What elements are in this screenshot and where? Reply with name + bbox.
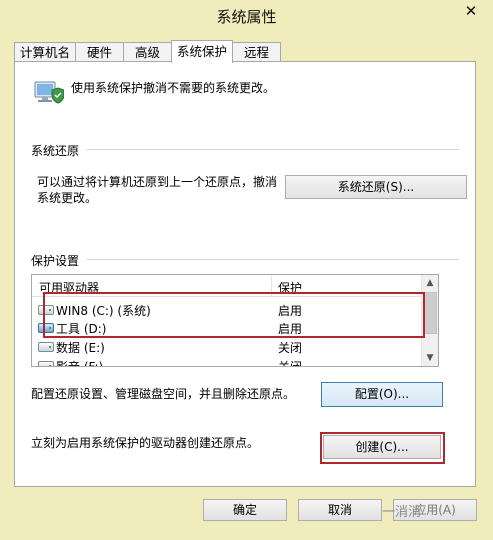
system-protection-icon xyxy=(34,81,64,104)
drive-name: WIN8 (C:) (系统) xyxy=(56,304,151,318)
drive-protection-state: 启用 xyxy=(278,304,303,318)
drive-row-d[interactable]: 工具 (D:) 启用 xyxy=(32,319,423,336)
title-bar: 系统属性 ✕ xyxy=(0,0,493,36)
drive-list-scrollbar[interactable]: ▲ ▼ xyxy=(421,275,438,366)
tab-computer-name[interactable]: 计算机名 xyxy=(14,42,76,62)
drive-name: 工具 (D:) xyxy=(56,322,107,336)
system-properties-window: 系统属性 ✕ 计算机名 硬件 高级 系统保护 远程 使用系统保护撤消不需要的系统… xyxy=(0,0,493,540)
tab-system-protection[interactable]: 系统保护 xyxy=(171,40,233,63)
create-button[interactable]: 创建(C)... xyxy=(323,435,441,459)
drive-icon xyxy=(38,305,54,315)
column-header-drive[interactable]: 可用驱动器 xyxy=(39,279,99,296)
column-separator xyxy=(271,275,272,296)
drive-protection-state: 关闭 xyxy=(278,341,303,355)
drive-row-e[interactable]: 数据 (E:) 关闭 xyxy=(32,338,423,355)
drive-list[interactable]: 可用驱动器 保护 WIN8 (C:) (系统) 启用 工具 (D:) 启用 数据… xyxy=(31,274,439,367)
drive-icon xyxy=(38,323,54,333)
drive-list-header: 可用驱动器 保护 xyxy=(32,275,423,297)
intro-text: 使用系统保护撤消不需要的系统更改。 xyxy=(71,81,276,95)
window-title: 系统属性 xyxy=(216,8,277,26)
restore-description-line2: 系统更改。 xyxy=(37,191,98,205)
drive-row-f[interactable]: 影音 (F:) 关闭 xyxy=(32,357,423,367)
restore-description-line1: 可以通过将计算机还原到上一个还原点，撤消 xyxy=(37,175,278,189)
create-description: 立刻为启用系统保护的驱动器创建还原点。 xyxy=(31,436,260,450)
scroll-thumb[interactable] xyxy=(424,292,437,334)
configure-description: 配置还原设置、管理磁盘空间，并且删除还原点。 xyxy=(31,387,296,401)
protection-settings-label: 保护设置 xyxy=(31,254,80,268)
watermark-text: 一消消 xyxy=(382,505,422,520)
close-button[interactable]: ✕ xyxy=(457,0,485,22)
configure-button[interactable]: 配置(O)... xyxy=(321,382,443,407)
drive-icon xyxy=(38,361,54,366)
column-header-protection[interactable]: 保护 xyxy=(278,279,302,296)
cancel-button[interactable]: 取消 xyxy=(298,499,382,521)
tab-remote[interactable]: 远程 xyxy=(232,42,281,62)
drive-icon xyxy=(38,342,54,352)
system-restore-button[interactable]: 系统还原(S)... xyxy=(285,175,467,199)
scroll-down-icon[interactable]: ▼ xyxy=(422,350,438,366)
ok-button[interactable]: 确定 xyxy=(203,499,287,521)
divider xyxy=(87,259,459,260)
drive-row-c[interactable]: WIN8 (C:) (系统) 启用 xyxy=(32,301,423,318)
close-icon: ✕ xyxy=(464,2,478,20)
divider xyxy=(87,149,459,150)
drive-name: 数据 (E:) xyxy=(56,341,105,355)
system-restore-label: 系统还原 xyxy=(31,144,80,158)
drive-protection-state: 关闭 xyxy=(278,360,303,367)
drive-name: 影音 (F:) xyxy=(56,360,104,367)
scroll-up-icon[interactable]: ▲ xyxy=(422,275,438,291)
tab-hardware[interactable]: 硬件 xyxy=(75,42,124,62)
drive-protection-state: 启用 xyxy=(278,322,303,336)
tab-advanced[interactable]: 高级 xyxy=(123,42,172,62)
tab-panel: 使用系统保护撤消不需要的系统更改。 系统还原 可以通过将计算机还原到上一个还原点… xyxy=(14,61,476,487)
